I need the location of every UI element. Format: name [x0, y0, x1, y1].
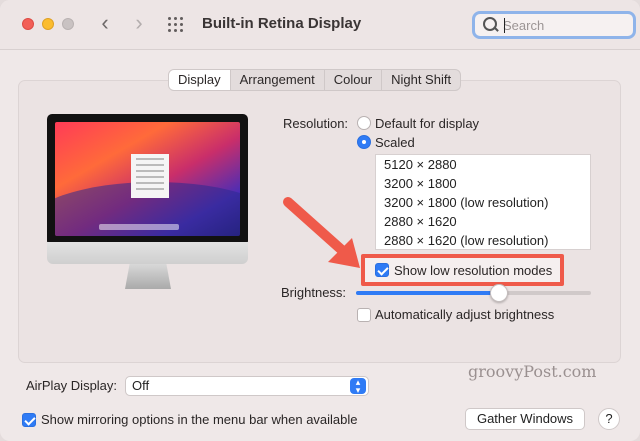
title-bar: ‹ › Built-in Retina Display [0, 0, 640, 50]
monitor-bezel [47, 114, 248, 246]
back-arrow-icon[interactable]: ‹ [94, 12, 116, 36]
auto-brightness-label[interactable]: Automatically adjust brightness [375, 307, 554, 322]
search-icon [483, 17, 499, 33]
resolution-list[interactable]: 5120 × 2880 3200 × 1800 3200 × 1800 (low… [375, 154, 591, 250]
search-field[interactable] [472, 11, 636, 39]
low-resolution-modes-label[interactable]: Show low resolution modes [394, 263, 552, 278]
tab-display[interactable]: Display [169, 70, 231, 90]
resolution-option[interactable]: 2880 × 1620 [376, 212, 590, 231]
gather-windows-button[interactable]: Gather Windows [465, 408, 585, 430]
mirroring-options-label[interactable]: Show mirroring options in the menu bar w… [41, 412, 358, 427]
airplay-display-label: AirPlay Display: [26, 378, 118, 393]
window-title: Built-in Retina Display [202, 15, 362, 32]
show-all-grid-icon[interactable] [168, 17, 184, 33]
resolution-option[interactable]: 2880 × 1620 (low resolution) [376, 231, 590, 249]
forward-arrow-icon[interactable]: › [128, 12, 150, 36]
tab-colour[interactable]: Colour [325, 70, 383, 90]
brightness-slider-fill [356, 291, 500, 295]
system-preferences-window: ‹ › Built-in Retina Display Display Arra… [0, 0, 640, 441]
annotation-arrow-icon [283, 197, 360, 268]
imac-display-image [47, 114, 248, 289]
search-input[interactable] [503, 17, 629, 34]
zoom-button[interactable] [62, 18, 74, 30]
help-button[interactable]: ? [598, 408, 620, 430]
tab-night-shift[interactable]: Night Shift [382, 70, 460, 90]
chevron-up-down-icon: ▴ ▾ [350, 378, 366, 395]
watermark: groovyPost.com [468, 362, 597, 381]
tab-arrangement[interactable]: Arrangement [231, 70, 325, 90]
resolution-option[interactable]: 3200 × 1800 (low resolution) [376, 193, 590, 212]
auto-brightness-checkbox[interactable] [357, 308, 371, 322]
radio-scaled[interactable] [357, 135, 371, 149]
brightness-slider[interactable] [356, 291, 591, 295]
resolution-option[interactable]: 5120 × 2880 [376, 155, 590, 174]
radio-default-for-display[interactable] [357, 116, 371, 130]
resolution-label: Resolution: [283, 116, 349, 131]
apple-logo-icon [142, 245, 154, 259]
radio-scaled-label[interactable]: Scaled [375, 135, 415, 150]
mirroring-options-checkbox[interactable] [22, 413, 36, 427]
radio-default-for-display-label[interactable]: Default for display [375, 116, 479, 131]
close-button[interactable] [22, 18, 34, 30]
airplay-display-value: Off [132, 378, 150, 393]
resolution-option[interactable]: 3200 × 1800 [376, 174, 590, 193]
desktop-document-window [131, 154, 169, 198]
text-caret [504, 18, 505, 33]
brightness-label: Brightness: [281, 285, 347, 300]
tab-bar: Display Arrangement Colour Night Shift [168, 69, 462, 91]
monitor-stand [125, 264, 171, 289]
airplay-display-select[interactable]: Off ▴ ▾ [125, 376, 369, 396]
low-resolution-modes-checkbox[interactable] [375, 263, 389, 277]
minimize-button[interactable] [42, 18, 54, 30]
desktop-dock [99, 224, 179, 230]
